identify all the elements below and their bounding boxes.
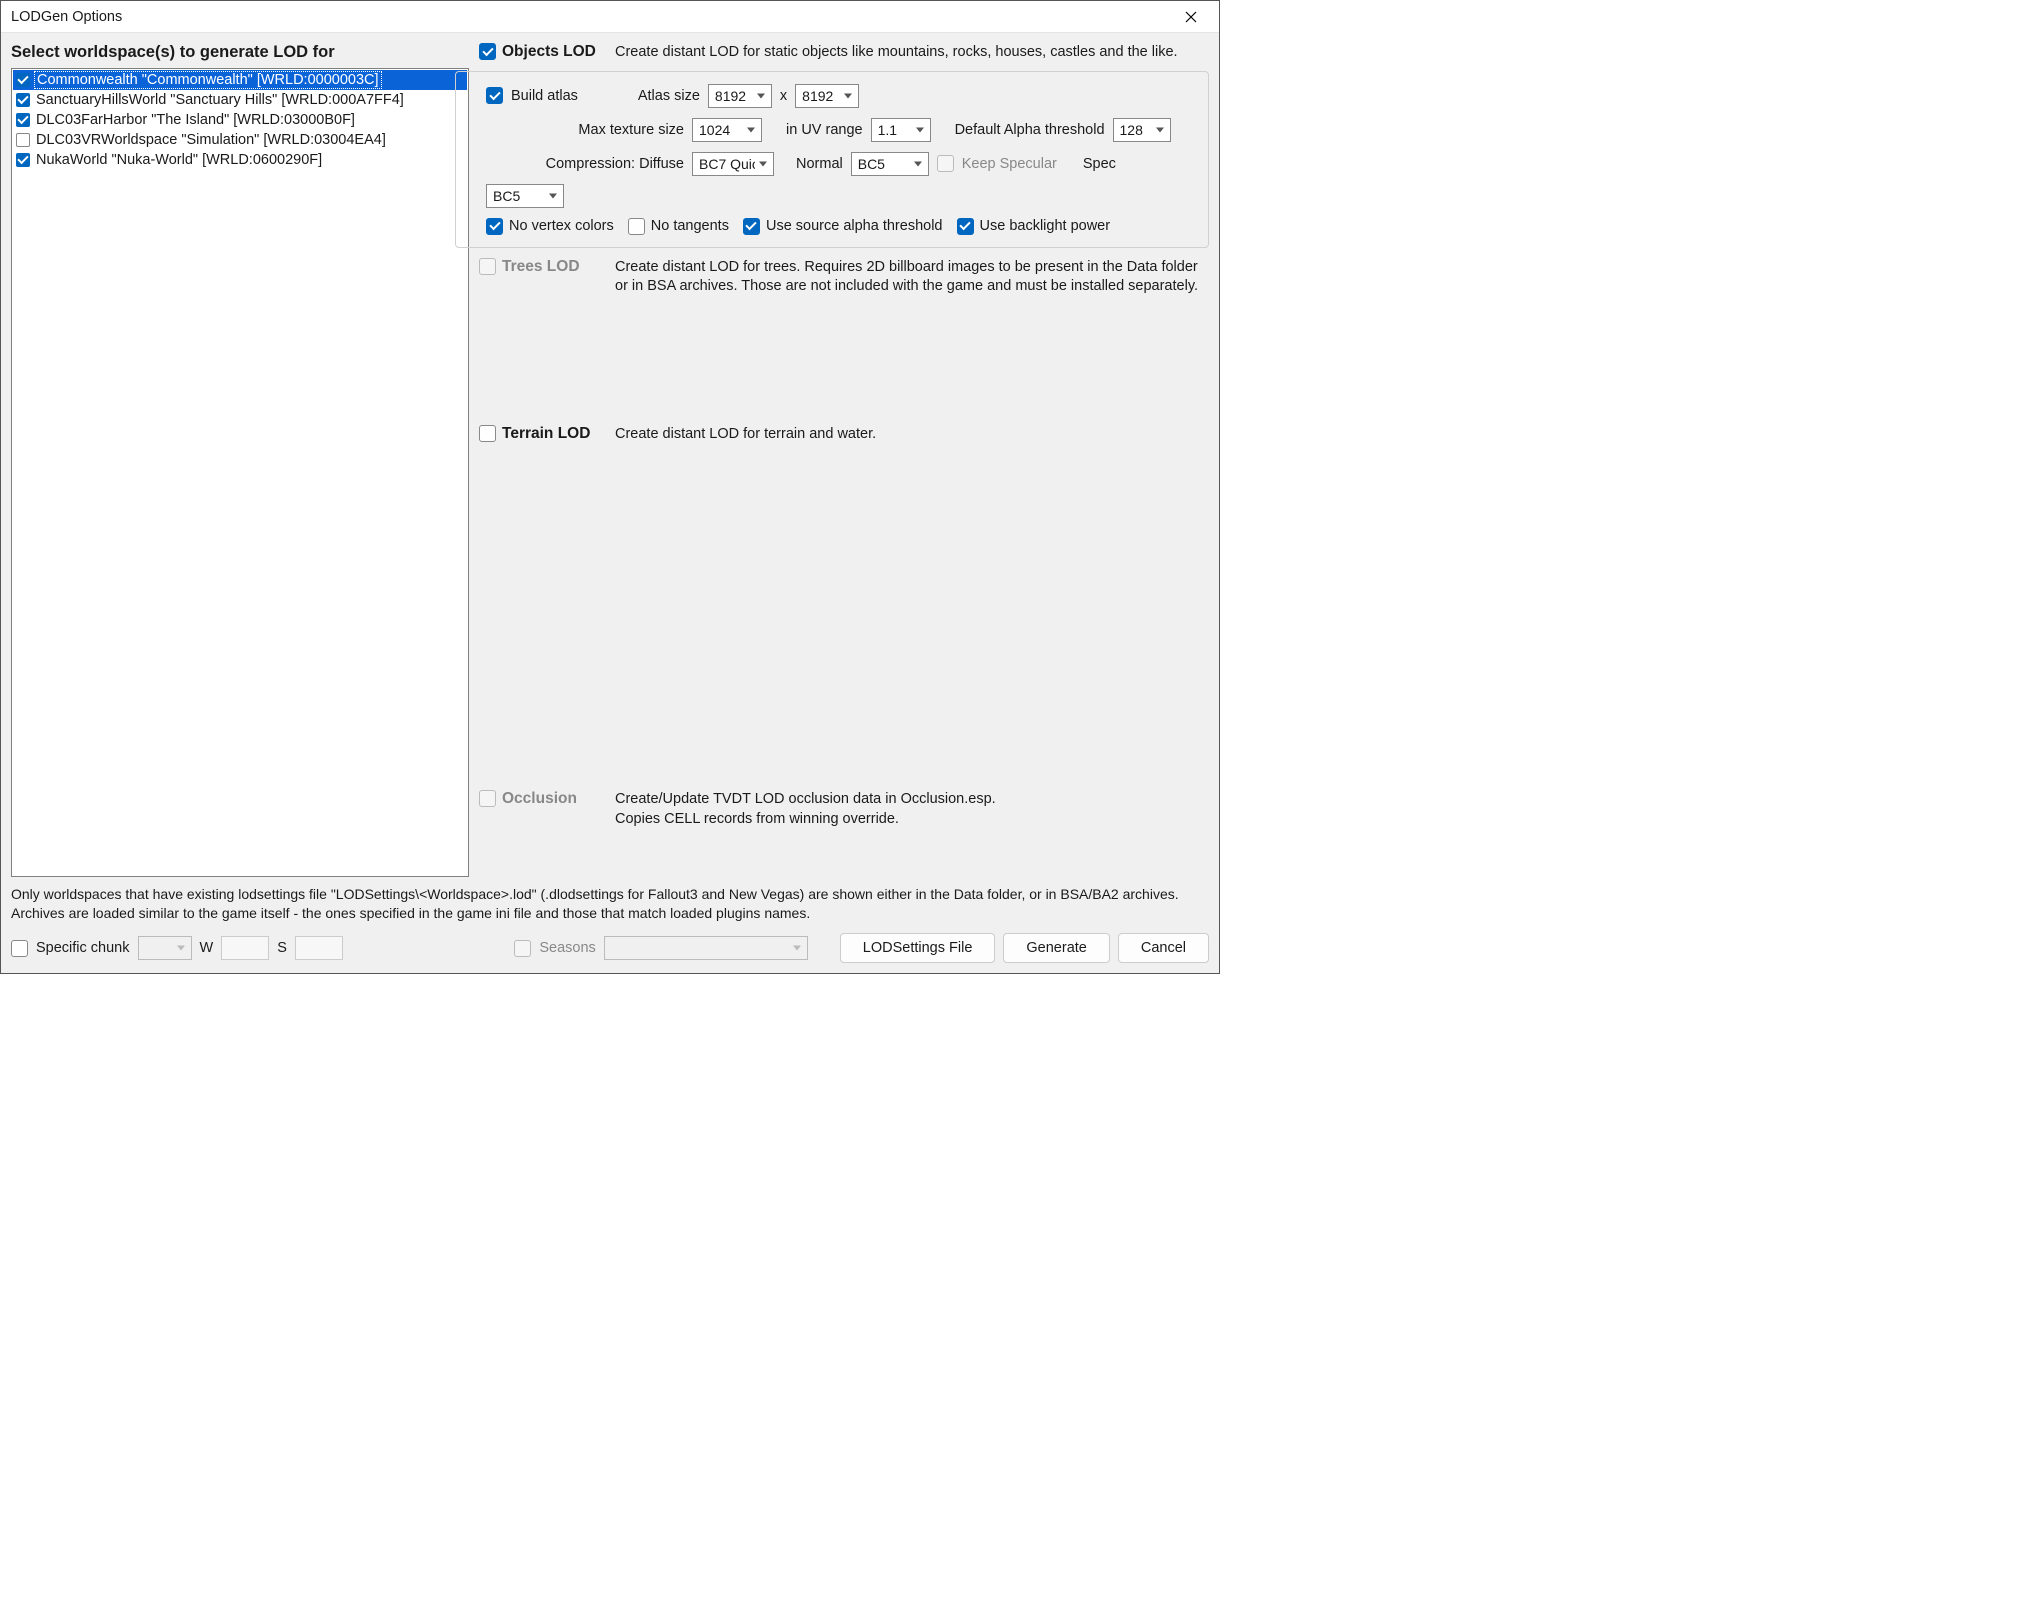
normal-combo[interactable]: BC5: [851, 152, 929, 176]
max-texture-label: Max texture size: [572, 122, 684, 138]
use-backlight-label: Use backlight power: [980, 218, 1111, 234]
worldspace-item[interactable]: DLC03FarHarbor "The Island" [WRLD:03000B…: [13, 110, 467, 130]
bottom-bar: Specific chunk W S Seasons LODSettings F…: [11, 933, 1209, 963]
occlusion-checkbox: [479, 790, 496, 807]
normal-label: Normal: [796, 156, 843, 172]
worldspace-item-label: Commonwealth "Commonwealth" [WRLD:000000…: [34, 71, 382, 89]
build-atlas-label: Build atlas: [511, 88, 578, 104]
objects-section: Objects LOD Create distant LOD for stati…: [479, 43, 1209, 63]
diffuse-combo[interactable]: BC7 Quick: [692, 152, 774, 176]
close-button[interactable]: [1171, 3, 1211, 31]
worldspace-item[interactable]: SanctuaryHillsWorld "Sanctuary Hills" [W…: [13, 90, 467, 110]
worldspace-item-checkbox[interactable]: [16, 93, 30, 107]
trees-lod-title: Trees LOD: [502, 258, 580, 276]
no-tangents-label: No tangents: [651, 218, 729, 234]
alpha-thresh-combo[interactable]: 128: [1113, 118, 1171, 142]
build-atlas-checkbox[interactable]: [486, 87, 503, 104]
occlusion-title: Occlusion: [502, 790, 577, 808]
spec-combo[interactable]: BC5: [486, 184, 564, 208]
atlas-height-combo[interactable]: 8192: [795, 84, 859, 108]
terrain-section: Terrain LOD Create distant LOD for terra…: [479, 425, 1209, 445]
w-input: [221, 936, 269, 960]
cancel-button[interactable]: Cancel: [1118, 933, 1209, 963]
spec-label: Spec: [1083, 156, 1116, 172]
s-input: [295, 936, 343, 960]
left-column: Select worldspace(s) to generate LOD for…: [11, 43, 469, 877]
trees-lod-checkbox: [479, 258, 496, 275]
content-area: Select worldspace(s) to generate LOD for…: [1, 33, 1219, 973]
objects-lod-desc: Create distant LOD for static objects li…: [615, 43, 1209, 63]
specific-chunk-label: Specific chunk: [36, 940, 130, 956]
worldspace-list[interactable]: Commonwealth "Commonwealth" [WRLD:000000…: [11, 68, 469, 877]
footnote-text: Only worldspaces that have existing lods…: [11, 885, 1209, 923]
worldspace-item-label: DLC03FarHarbor "The Island" [WRLD:03000B…: [34, 112, 357, 128]
seasons-combo: [604, 936, 808, 960]
worldspace-item-label: DLC03VRWorldspace "Simulation" [WRLD:030…: [34, 132, 388, 148]
terrain-lod-title: Terrain LOD: [502, 425, 590, 443]
occlusion-section: Occlusion Create/Update TVDT LOD occlusi…: [479, 790, 1209, 829]
generate-button[interactable]: Generate: [1003, 933, 1109, 963]
occlusion-desc: Create/Update TVDT LOD occlusion data in…: [615, 790, 1209, 829]
objects-group: Build atlas Atlas size 8192 x 8192 Max t…: [455, 71, 1209, 248]
w-label: W: [200, 940, 214, 956]
window-title: LODGen Options: [11, 9, 122, 25]
no-tangents-checkbox[interactable]: [628, 218, 645, 235]
use-source-alpha-checkbox[interactable]: [743, 218, 760, 235]
titlebar: LODGen Options: [1, 1, 1219, 33]
specific-chunk-combo: [138, 936, 192, 960]
uv-range-combo[interactable]: 1.1: [871, 118, 931, 142]
uv-range-label: in UV range: [786, 122, 863, 138]
trees-section: Trees LOD Create distant LOD for trees. …: [479, 258, 1209, 297]
worldspace-item-label: SanctuaryHillsWorld "Sanctuary Hills" [W…: [34, 92, 406, 108]
seasons-checkbox: [514, 940, 531, 957]
s-label: S: [277, 940, 287, 956]
use-backlight-checkbox[interactable]: [957, 218, 974, 235]
keep-specular-checkbox: [937, 155, 954, 172]
atlas-x-label: x: [780, 88, 787, 104]
worldspace-item-checkbox[interactable]: [16, 113, 30, 127]
right-column: Objects LOD Create distant LOD for stati…: [479, 43, 1209, 877]
worldspace-item-checkbox[interactable]: [16, 73, 30, 87]
worldspace-item[interactable]: NukaWorld "Nuka-World" [WRLD:0600290F]: [13, 150, 467, 170]
terrain-lod-checkbox[interactable]: [479, 425, 496, 442]
lodgen-window: LODGen Options Select worldspace(s) to g…: [0, 0, 1220, 974]
seasons-label: Seasons: [539, 940, 595, 956]
worldspace-heading: Select worldspace(s) to generate LOD for: [11, 43, 469, 62]
no-vertex-colors-checkbox[interactable]: [486, 218, 503, 235]
objects-lod-title: Objects LOD: [502, 43, 596, 61]
atlas-size-label: Atlas size: [632, 88, 700, 104]
close-icon: [1185, 11, 1197, 23]
atlas-width-combo[interactable]: 8192: [708, 84, 772, 108]
objects-lod-checkbox[interactable]: [479, 43, 496, 60]
alpha-thresh-label: Default Alpha threshold: [955, 122, 1105, 138]
lodsettings-button[interactable]: LODSettings File: [840, 933, 996, 963]
worldspace-item-checkbox[interactable]: [16, 133, 30, 147]
worldspace-item[interactable]: DLC03VRWorldspace "Simulation" [WRLD:030…: [13, 130, 467, 150]
terrain-lod-desc: Create distant LOD for terrain and water…: [615, 425, 1209, 445]
worldspace-item-checkbox[interactable]: [16, 153, 30, 167]
keep-specular-label: Keep Specular: [962, 156, 1057, 172]
trees-lod-desc: Create distant LOD for trees. Requires 2…: [615, 258, 1209, 297]
max-texture-combo[interactable]: 1024: [692, 118, 762, 142]
specific-chunk-checkbox[interactable]: [11, 940, 28, 957]
compression-label: Compression: Diffuse: [538, 156, 684, 172]
worldspace-item-label: NukaWorld "Nuka-World" [WRLD:0600290F]: [34, 152, 324, 168]
worldspace-item[interactable]: Commonwealth "Commonwealth" [WRLD:000000…: [13, 70, 467, 90]
no-vertex-colors-label: No vertex colors: [509, 218, 614, 234]
use-source-alpha-label: Use source alpha threshold: [766, 218, 943, 234]
